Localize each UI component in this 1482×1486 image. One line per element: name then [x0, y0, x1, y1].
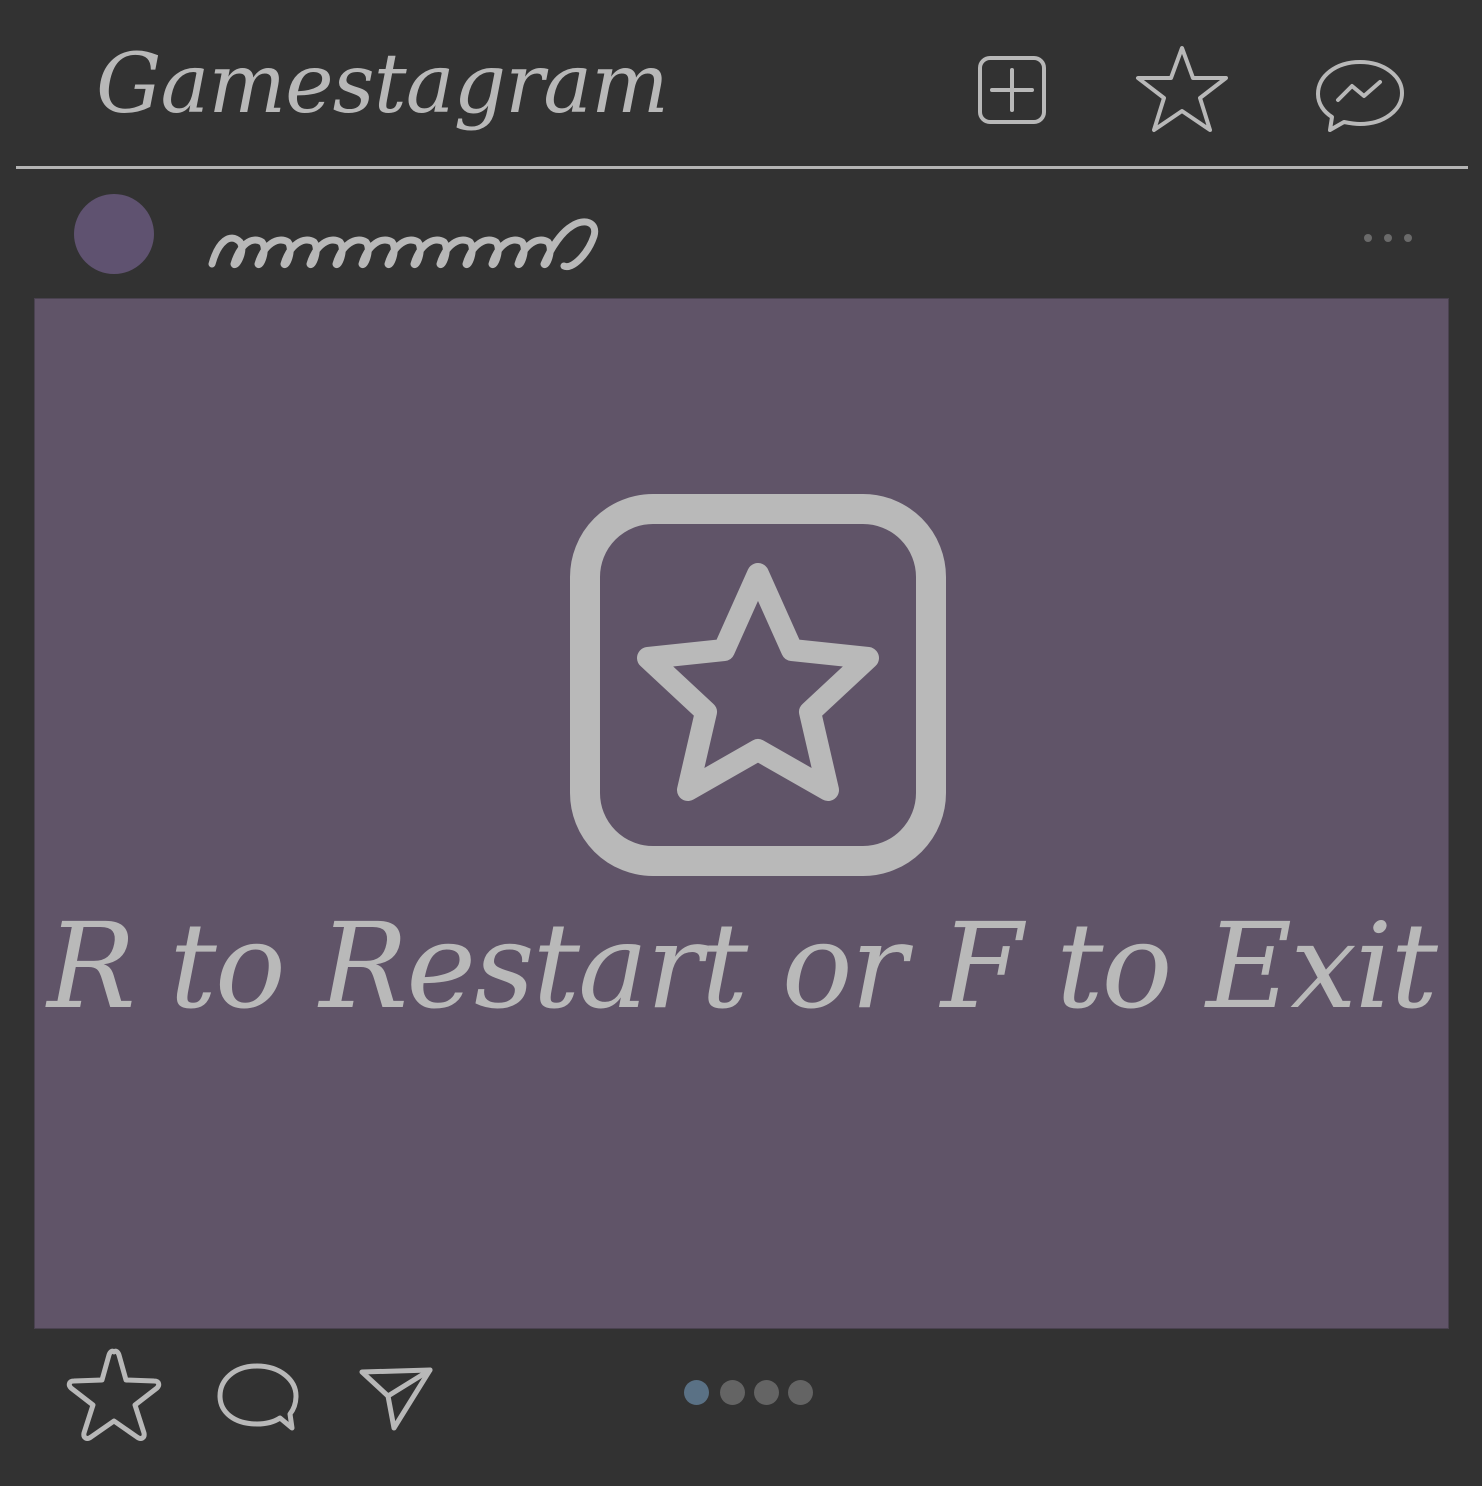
post-image: R to Restart or F to Exit [34, 298, 1449, 1329]
share-paper-plane-icon[interactable] [356, 1362, 436, 1434]
favorites-star-icon[interactable] [1132, 40, 1232, 140]
carousel-dot-active[interactable] [684, 1380, 709, 1405]
carousel-dot[interactable] [788, 1380, 813, 1405]
post-header [0, 172, 1482, 296]
star-square-icon [570, 494, 946, 876]
header-divider [16, 166, 1468, 169]
comment-icon[interactable] [214, 1360, 300, 1436]
like-star-icon[interactable] [62, 1344, 166, 1448]
post-action-bar [0, 1336, 1482, 1486]
username-scribble[interactable] [200, 202, 610, 282]
carousel-indicator [684, 1380, 824, 1410]
top-bar: Gamestagram [0, 0, 1482, 166]
game-over-message: R to Restart or F to Exit [47, 897, 1438, 1035]
new-post-icon[interactable] [962, 40, 1062, 140]
carousel-dot[interactable] [720, 1380, 745, 1405]
more-options-icon[interactable] [1356, 228, 1420, 248]
gamestagram-app: Gamestagram R to Restart or F to Exit [0, 0, 1482, 1486]
avatar[interactable] [74, 194, 154, 274]
carousel-dot[interactable] [754, 1380, 779, 1405]
app-title: Gamestagram [96, 37, 669, 132]
messenger-icon[interactable] [1308, 40, 1412, 140]
